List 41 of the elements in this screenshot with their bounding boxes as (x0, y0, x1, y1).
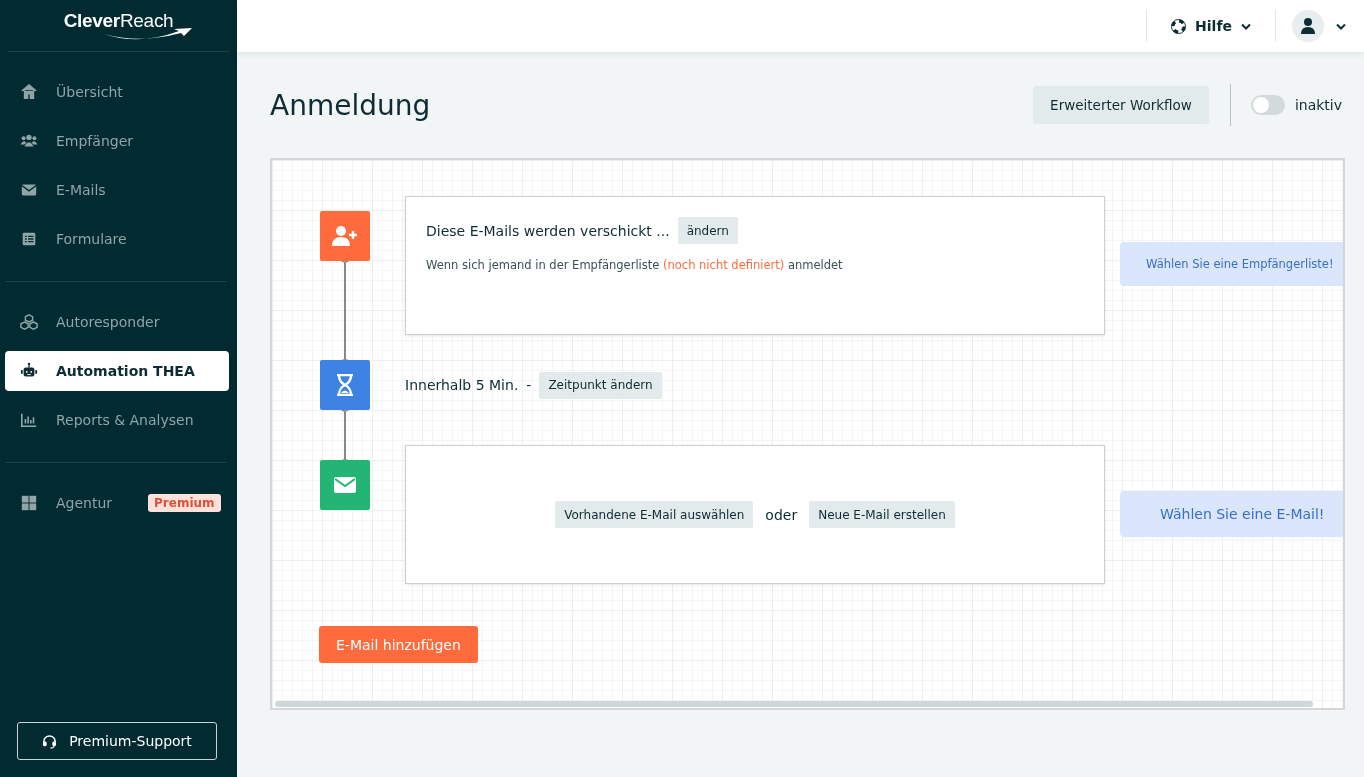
separator-text: - (526, 377, 532, 393)
cubes-icon (20, 313, 38, 331)
sidebar-item[interactable]: Reports & Analysen (5, 400, 229, 440)
add-user-icon (320, 211, 370, 261)
logo-text: CleverReach (63, 9, 174, 32)
step-title: Diese E-Mails werden verschickt ... (426, 222, 670, 239)
create-email-button[interactable]: Neue E-Mail erstellen (809, 501, 955, 528)
avatar-icon (1292, 10, 1324, 42)
home-icon (20, 83, 38, 101)
list-icon (20, 230, 38, 248)
or-text: oder (765, 506, 798, 523)
sidebar-item[interactable]: Autoresponder (5, 302, 229, 342)
sidebar-item[interactable]: Automation THEA (5, 351, 229, 391)
bar-chart-icon (20, 411, 38, 429)
toggle-label: inaktiv (1294, 97, 1342, 113)
change-time-button[interactable]: Zeitpunkt ändern (539, 371, 662, 399)
grid-icon (20, 494, 38, 512)
page-title: Anmeldung (270, 88, 432, 122)
sidebar-item[interactable]: Agentur Premium (5, 483, 229, 523)
premium-badge: Premium (148, 494, 221, 512)
sidebar-item[interactable]: E-Mails (5, 170, 229, 210)
chevron-down-icon (1336, 22, 1346, 30)
chevron-down-icon (1241, 22, 1251, 30)
headset-icon (42, 733, 58, 749)
toggle-switch[interactable] (1250, 95, 1285, 115)
hourglass-icon (320, 360, 370, 410)
sidebar-item[interactable]: Formulare (5, 219, 229, 259)
hint-banner: Wählen Sie eine Empfängerliste! (1120, 242, 1343, 286)
step-description: Wenn sich jemand in der Empfängerliste (noch nicht definiert) anmeldet (426, 258, 844, 272)
help-menu[interactable]: Hilfe (1147, 18, 1275, 34)
sidebar-item[interactable]: Empfänger (5, 121, 229, 161)
premium-support-button[interactable]: Premium-Support (17, 722, 217, 760)
delay-text: Innerhalb 5 Min. (405, 377, 519, 393)
scrollbar[interactable] (275, 701, 1313, 707)
hint-banner: Wählen Sie eine E-Mail! (1120, 491, 1343, 537)
lifebuoy-icon (1171, 18, 1187, 34)
choose-email-button[interactable]: Vorhandene E-Mail auswählen (555, 501, 754, 528)
sidebar-item[interactable]: Übersicht (5, 72, 229, 112)
advanced-workflow-button[interactable]: Erweiterter Workflow (1033, 86, 1209, 124)
envelope-icon (320, 460, 370, 510)
change-button[interactable]: ändern (677, 217, 738, 244)
